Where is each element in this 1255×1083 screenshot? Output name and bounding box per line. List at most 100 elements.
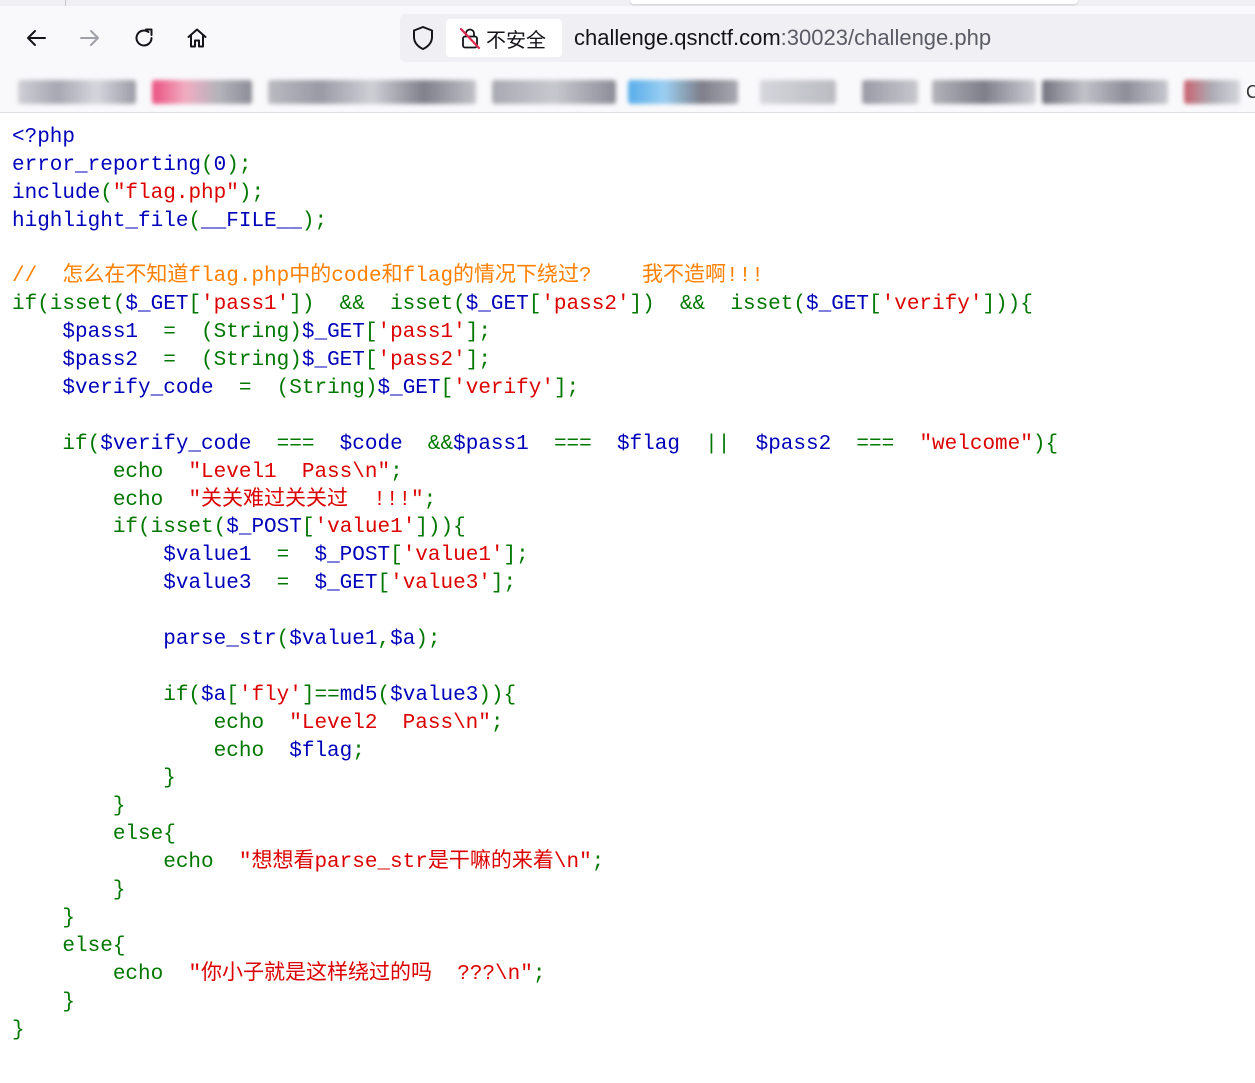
code-token: ]== bbox=[301, 683, 340, 707]
code-token: "你小子就是这样绕过的吗 ???\n" bbox=[188, 962, 533, 986]
forward-button[interactable] bbox=[72, 20, 108, 56]
code-token: __FILE__ bbox=[201, 209, 302, 233]
code-token: 'fly' bbox=[238, 683, 302, 707]
active-tab-edge[interactable] bbox=[630, 0, 1078, 4]
bookmark-item[interactable] bbox=[932, 80, 1036, 104]
code-token: 'pass2' bbox=[377, 349, 466, 373]
code-token: $pass1 bbox=[453, 432, 554, 456]
bookmark-item[interactable] bbox=[492, 80, 616, 104]
code-token: md5 bbox=[339, 683, 378, 707]
code-token: 'pass1' bbox=[201, 293, 290, 317]
code-token: 'pass2' bbox=[541, 293, 630, 317]
code-token: && bbox=[427, 432, 454, 456]
code-token: 0 bbox=[213, 153, 227, 177]
code-token: === bbox=[856, 432, 920, 456]
back-button[interactable] bbox=[18, 20, 54, 56]
code-line: highlight_file(__FILE__); bbox=[12, 208, 1058, 236]
bookmarks-toolbar: C bbox=[0, 76, 1255, 113]
bookmark-item[interactable] bbox=[628, 80, 738, 104]
url-port: :30023 bbox=[780, 25, 848, 50]
code-token: "Level2 Pass\n" bbox=[289, 711, 491, 735]
code-token: $value3 bbox=[163, 572, 277, 596]
code-line: <?php bbox=[12, 124, 1058, 152]
code-token: ( bbox=[276, 628, 290, 652]
code-token: [ bbox=[364, 349, 378, 373]
code-token: "Level1 Pass\n" bbox=[188, 460, 391, 484]
code-token: = (String) bbox=[163, 349, 302, 373]
code-token: ]) && isset( bbox=[289, 293, 466, 317]
url-bar[interactable]: 不安全 challenge.qsnctf.com:30023/challenge… bbox=[400, 14, 1255, 62]
reload-button[interactable] bbox=[126, 20, 162, 56]
code-token: ; bbox=[490, 711, 504, 735]
code-token: 'pass1' bbox=[377, 321, 466, 345]
code-token: [ bbox=[364, 321, 378, 345]
bookmark-item[interactable] bbox=[1042, 80, 1168, 104]
code-token: === bbox=[276, 432, 340, 456]
code-token: 'value1' bbox=[314, 516, 416, 540]
url-host: challenge.qsnctf.com bbox=[574, 25, 781, 50]
code-token: $_GET bbox=[377, 377, 441, 401]
code-token: $flag bbox=[289, 739, 353, 763]
code-token: $value1 bbox=[163, 544, 277, 568]
code-token: $_GET bbox=[301, 321, 365, 345]
code-token: "想想看parse_str是干嘛的来着\n" bbox=[238, 851, 592, 875]
code-token: 'verify' bbox=[881, 293, 983, 317]
url-text[interactable]: challenge.qsnctf.com:30023/challenge.php bbox=[574, 25, 991, 51]
code-token: $_POST bbox=[226, 516, 302, 540]
bookmark-item[interactable] bbox=[18, 80, 136, 104]
code-token: } bbox=[12, 795, 126, 819]
home-icon bbox=[187, 28, 207, 48]
bookmark-item[interactable] bbox=[862, 80, 918, 104]
code-token: $verify_code bbox=[100, 432, 277, 456]
code-token: } bbox=[12, 879, 126, 903]
code-token: $pass2 bbox=[62, 349, 164, 373]
code-token: ])){ bbox=[982, 293, 1033, 317]
code-token: ; bbox=[532, 962, 546, 986]
url-path: /challenge.php bbox=[847, 25, 992, 50]
code-token: echo bbox=[12, 851, 239, 875]
code-line: $pass1 = (String)$_GET['pass1']; bbox=[12, 319, 1058, 347]
bookmark-item[interactable] bbox=[268, 80, 476, 104]
bookmark-item[interactable] bbox=[152, 80, 252, 104]
code-token: $_GET bbox=[314, 572, 378, 596]
code-token: ); bbox=[301, 209, 328, 233]
code-token: = (String) bbox=[238, 377, 378, 401]
code-token: else{ bbox=[12, 934, 126, 958]
code-token: $_POST bbox=[314, 544, 391, 568]
code-token: $value1 bbox=[289, 628, 378, 652]
tracking-protection-button[interactable] bbox=[410, 25, 436, 51]
connection-info-button[interactable]: 不安全 bbox=[446, 19, 562, 57]
code-token: [ bbox=[528, 293, 542, 317]
code-line: error_reporting(0); bbox=[12, 152, 1058, 180]
code-token: ]; bbox=[503, 544, 529, 568]
reload-icon bbox=[135, 28, 153, 47]
bookmark-item[interactable] bbox=[760, 80, 836, 104]
bookmark-item[interactable] bbox=[1184, 80, 1240, 104]
code-token: echo bbox=[12, 739, 290, 763]
code-token: [ bbox=[390, 544, 403, 568]
code-token: $pass1 bbox=[62, 321, 164, 345]
code-token: error_reporting bbox=[12, 153, 202, 177]
code-line: echo "Level1 Pass\n"; bbox=[12, 459, 1058, 487]
code-token: $code bbox=[339, 432, 428, 456]
code-token: ]; bbox=[553, 377, 580, 401]
code-token: 'value1' bbox=[402, 544, 504, 568]
bookmark-overflow-letter: C bbox=[1246, 82, 1255, 103]
security-label: 不安全 bbox=[486, 27, 546, 52]
code-token: ]; bbox=[465, 321, 491, 345]
code-token: ( bbox=[201, 153, 214, 177]
code-token: ; bbox=[591, 851, 605, 875]
code-line: } bbox=[12, 877, 1058, 905]
code-token: $a bbox=[201, 683, 227, 707]
forward-arrow-icon bbox=[80, 30, 99, 46]
php-source-code: <?php error_reporting(0); include("flag.ph… bbox=[12, 124, 1058, 1044]
code-token: ); bbox=[415, 628, 441, 652]
code-line: } bbox=[12, 989, 1058, 1017]
home-button[interactable] bbox=[179, 20, 215, 56]
code-line: $verify_code = (String)$_GET['verify']; bbox=[12, 375, 1058, 403]
code-token: [ bbox=[226, 683, 239, 707]
